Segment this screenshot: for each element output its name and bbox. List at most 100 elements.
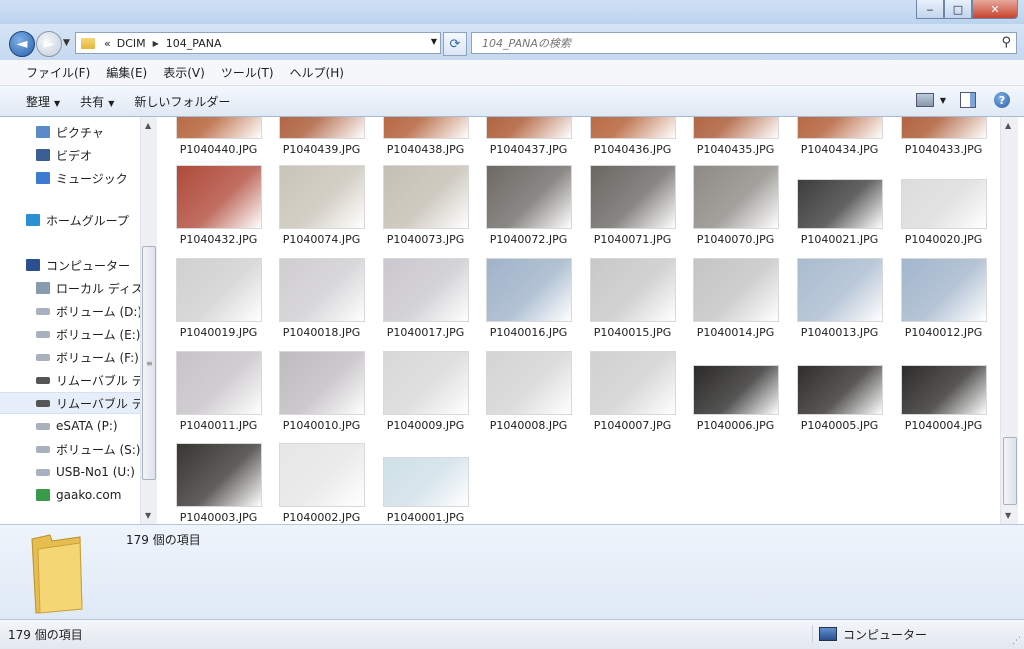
breadcrumb-104-pana[interactable]: 104_PANA (163, 37, 225, 50)
image-thumbnail (278, 351, 365, 415)
breadcrumb-dcim[interactable]: DCIM (114, 37, 149, 50)
image-thumbnail (692, 258, 779, 322)
view-dropdown-icon[interactable]: ▼ (940, 96, 946, 105)
file-item[interactable]: P1040435.JPG (684, 117, 787, 159)
address-bar[interactable]: « DCIM ▶ 104_PANA ▼ (75, 32, 441, 54)
file-item[interactable]: P1040010.JPG (270, 345, 373, 435)
file-item[interactable]: P1040017.JPG (374, 252, 477, 342)
file-item[interactable]: P1040439.JPG (270, 117, 373, 159)
file-item[interactable]: P1040432.JPG (167, 159, 270, 249)
file-name: P1040019.JPG (179, 326, 258, 339)
recent-pages-dropdown[interactable]: ▼ (63, 38, 70, 48)
help-icon[interactable]: ? (994, 92, 1010, 108)
content-scrollbar[interactable]: ▲ ▼ (1000, 117, 1018, 524)
image-thumbnail (485, 117, 572, 139)
scroll-up-icon[interactable]: ▲ (145, 121, 151, 130)
file-item[interactable]: P1040005.JPG (788, 345, 891, 435)
file-name: P1040011.JPG (179, 419, 258, 432)
menu-help[interactable]: ヘルプ(H) (282, 64, 352, 81)
organize-button[interactable]: 整理 ▼ (16, 93, 70, 110)
file-item[interactable]: P1040011.JPG (167, 345, 270, 435)
file-item[interactable]: P1040002.JPG (270, 437, 373, 524)
sidebar-item[interactable]: gaako.com (0, 484, 140, 506)
back-button[interactable]: ◄ (9, 31, 35, 57)
sidebar-item[interactable]: ミュージック (0, 167, 140, 189)
file-item[interactable]: P1040007.JPG (581, 345, 684, 435)
file-item[interactable]: P1040074.JPG (270, 159, 373, 249)
sidebar-item[interactable]: リムーバブル デ (0, 369, 140, 391)
address-dropdown-icon[interactable]: ▼ (431, 37, 437, 46)
sidebar-item[interactable]: USB-No1 (U:) (0, 461, 140, 483)
scroll-down-icon[interactable]: ▼ (1005, 511, 1011, 520)
search-input[interactable] (480, 35, 984, 51)
file-item[interactable]: P1040434.JPG (788, 117, 891, 159)
file-name: P1040016.JPG (489, 326, 568, 339)
image-thumbnail (692, 165, 779, 229)
breadcrumb-overflow[interactable]: « (101, 37, 114, 50)
change-view-icon[interactable] (915, 93, 934, 107)
menu-view[interactable]: 表示(V) (155, 64, 213, 81)
file-item[interactable]: P1040006.JPG (684, 345, 787, 435)
file-item[interactable]: P1040021.JPG (788, 159, 891, 249)
image-thumbnail (589, 258, 676, 322)
sidebar-item[interactable]: ボリューム (D:) (0, 300, 140, 322)
file-item[interactable]: P1040071.JPG (581, 159, 684, 249)
scroll-thumb[interactable]: ≡ (142, 246, 156, 480)
close-button[interactable]: ✕ (972, 0, 1018, 19)
sidebar-item[interactable]: ボリューム (S:) (0, 438, 140, 460)
sidebar-item[interactable]: eSATA (P:) (0, 415, 140, 437)
share-button[interactable]: 共有 ▼ (70, 93, 124, 110)
file-item[interactable]: P1040438.JPG (374, 117, 477, 159)
sidebar-item[interactable]: ボリューム (E:) (0, 323, 140, 345)
image-thumbnail (692, 365, 779, 415)
file-item[interactable]: P1040004.JPG (892, 345, 995, 435)
file-item[interactable]: P1040018.JPG (270, 252, 373, 342)
scroll-up-icon[interactable]: ▲ (1005, 121, 1011, 130)
file-item[interactable]: P1040016.JPG (477, 252, 580, 342)
file-item[interactable]: P1040009.JPG (374, 345, 477, 435)
sidebar-item[interactable]: ローカル ディス (0, 277, 140, 299)
sidebar-item[interactable]: コンピューター (0, 254, 140, 276)
refresh-button[interactable]: ⟳ (443, 32, 467, 56)
new-folder-button[interactable]: 新しいフォルダー (124, 93, 240, 110)
file-item[interactable]: P1040012.JPG (892, 252, 995, 342)
navigation-scrollbar[interactable]: ▲ ≡ ▼ (140, 117, 157, 524)
file-item[interactable]: P1040019.JPG (167, 252, 270, 342)
file-item[interactable]: P1040070.JPG (684, 159, 787, 249)
breadcrumb-separator-icon[interactable]: ▶ (149, 39, 163, 48)
file-item[interactable]: P1040073.JPG (374, 159, 477, 249)
file-item[interactable]: P1040433.JPG (892, 117, 995, 159)
file-item[interactable]: P1040440.JPG (167, 117, 270, 159)
file-item[interactable]: P1040014.JPG (684, 252, 787, 342)
sidebar-item[interactable]: ホームグループ (0, 209, 140, 231)
sidebar-item[interactable]: ビデオ (0, 144, 140, 166)
file-item[interactable]: P1040013.JPG (788, 252, 891, 342)
sidebar-item[interactable]: リムーバブル デ (0, 392, 140, 414)
scroll-down-icon[interactable]: ▼ (145, 511, 151, 520)
search-icon[interactable]: ⚲ (1001, 35, 1011, 50)
chevron-down-icon: ▼ (54, 98, 61, 108)
file-item[interactable]: P1040008.JPG (477, 345, 580, 435)
forward-button[interactable]: ► (36, 31, 62, 57)
menu-edit[interactable]: 編集(E) (98, 64, 155, 81)
file-item[interactable]: P1040072.JPG (477, 159, 580, 249)
scroll-thumb[interactable] (1003, 437, 1017, 505)
file-item[interactable]: P1040020.JPG (892, 159, 995, 249)
file-item[interactable]: P1040001.JPG (374, 437, 477, 524)
preview-pane-icon[interactable] (960, 92, 976, 108)
file-item[interactable]: P1040437.JPG (477, 117, 580, 159)
search-box[interactable]: ⚲ (471, 32, 1017, 54)
sidebar-item[interactable]: ボリューム (F:) (0, 346, 140, 368)
image-thumbnail (382, 258, 469, 322)
menu-file[interactable]: ファイル(F) (18, 64, 98, 81)
maximize-button[interactable]: □ (944, 0, 972, 19)
minimize-button[interactable]: ‒ (916, 0, 944, 19)
file-item[interactable]: P1040436.JPG (581, 117, 684, 159)
sidebar-item[interactable]: ピクチャ (0, 121, 140, 143)
menu-tools[interactable]: ツール(T) (213, 64, 282, 81)
image-thumbnail (278, 258, 365, 322)
resize-grip-icon[interactable]: ⋰ (1012, 636, 1021, 646)
sidebar-item-label: ビデオ (56, 148, 93, 163)
file-item[interactable]: P1040015.JPG (581, 252, 684, 342)
file-item[interactable]: P1040003.JPG (167, 437, 270, 524)
